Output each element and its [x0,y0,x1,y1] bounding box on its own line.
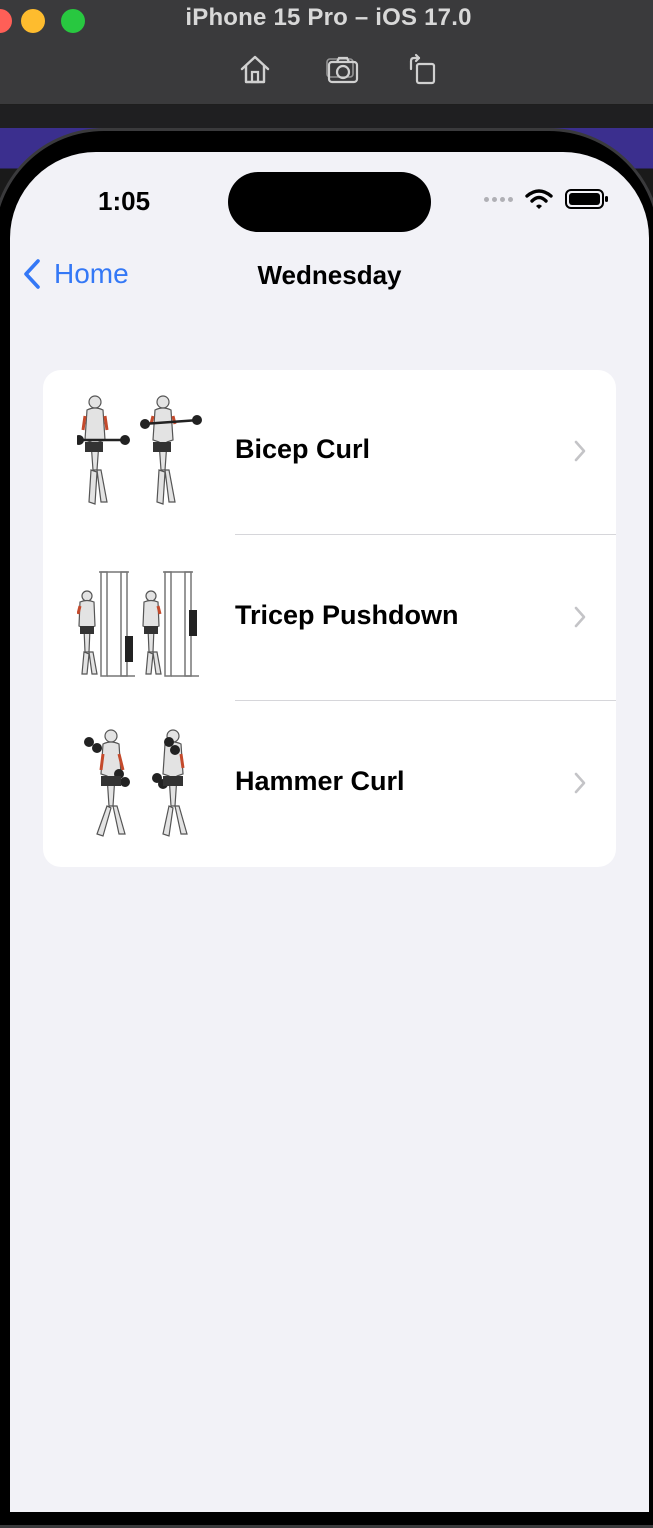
simulator-title: iPhone 15 Pro – iOS 17.0 [185,4,472,31]
rotate-icon[interactable] [405,52,441,88]
list-item-hammer-curl[interactable]: Hammer Curl [43,702,616,867]
page-title: Wednesday [257,260,402,290]
status-icons [484,188,609,210]
bicep-curl-illustration [77,395,202,505]
cellular-dots-icon [484,196,513,202]
exercise-name: Bicep Curl [235,434,371,464]
chevron-right-icon [574,440,586,462]
iphone-screen: 1:05 Home Wednesday Bicep Curl Tricep Pu… [10,152,649,1512]
tricep-pushdown-illustration [77,571,199,677]
wifi-icon [525,189,553,209]
chevron-right-icon [574,772,586,794]
simulator-titlebar: iPhone 15 Pro – iOS 17.0 [0,0,653,105]
exercise-list: Bicep Curl Tricep Pushdown Hammer Curl [43,370,616,867]
home-icon[interactable] [237,52,273,88]
screenshot-camera-icon[interactable] [325,52,361,88]
status-time: 1:05 [98,186,151,216]
battery-icon [565,189,608,209]
row-divider [235,700,616,701]
chevron-right-icon [574,606,586,628]
exercise-name: Tricep Pushdown [235,600,459,630]
simulator-background-strip [0,105,653,128]
hammer-curl-illustration [84,729,188,837]
dynamic-island [228,172,431,232]
exercise-name: Hammer Curl [235,766,405,796]
list-item-tricep-pushdown[interactable]: Tricep Pushdown [43,536,616,701]
list-item-bicep-curl[interactable]: Bicep Curl [43,370,616,535]
row-divider [235,534,616,535]
